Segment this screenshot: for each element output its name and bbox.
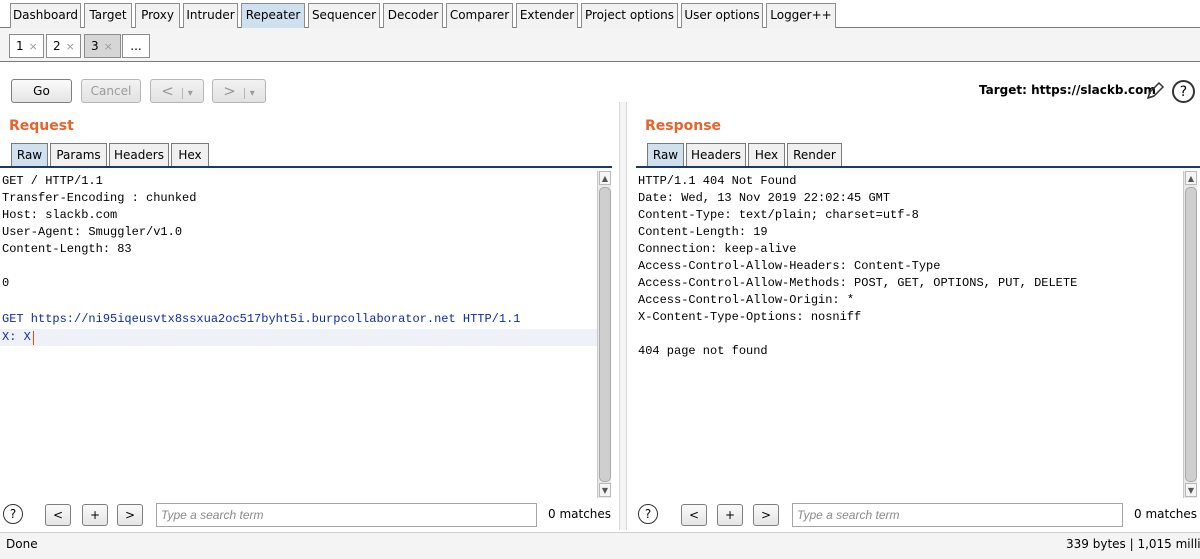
repeater-tab-label: ...: [130, 39, 142, 53]
tab-intruder[interactable]: Intruder: [183, 3, 238, 28]
response-tab-hex[interactable]: Hex: [748, 143, 785, 167]
dropdown-arrow-icon[interactable]: ▾: [181, 88, 193, 99]
tool-tabs-bar: Dashboard Target Proxy Intruder Repeater…: [0, 0, 1200, 28]
repeater-tab-label: 2: [53, 39, 61, 53]
go-button[interactable]: Go: [11, 79, 72, 103]
tab-repeater[interactable]: Repeater: [241, 3, 305, 28]
scroll-down-arrow-icon[interactable]: ▼: [599, 483, 611, 497]
tab-dashboard[interactable]: Dashboard: [10, 3, 81, 28]
text-caret: [33, 331, 34, 345]
repeater-tab-label: 3: [91, 39, 99, 53]
repeater-tab-new[interactable]: ...: [122, 34, 150, 58]
response-editor[interactable]: HTTP/1.1 404 Not Found Date: Wed, 13 Nov…: [636, 171, 1182, 498]
scroll-thumb[interactable]: [599, 187, 611, 482]
scroll-up-arrow-icon[interactable]: ▲: [1185, 171, 1197, 185]
request-line: Content-Length: 83: [2, 242, 132, 256]
request-line: Transfer-Encoding : chunked: [2, 191, 197, 205]
response-tab-raw[interactable]: Raw: [647, 143, 684, 167]
response-line: Connection: keep-alive: [638, 242, 797, 256]
request-search-input[interactable]: Type a search term: [156, 503, 537, 527]
response-search-next-button[interactable]: >: [753, 504, 779, 526]
request-tab-hex[interactable]: Hex: [171, 143, 209, 167]
scroll-thumb[interactable]: [1185, 187, 1197, 482]
request-search-next-button[interactable]: >: [117, 504, 143, 526]
response-tab-render[interactable]: Render: [787, 143, 842, 167]
request-tab-raw[interactable]: Raw: [11, 143, 48, 167]
request-tab-underline: [0, 166, 612, 168]
close-icon[interactable]: ×: [66, 40, 75, 53]
forward-button[interactable]: > ▾: [212, 79, 266, 103]
repeater-tab-label: 1: [16, 39, 24, 53]
response-line: 404 page not found: [638, 344, 768, 358]
response-title: Response: [645, 118, 722, 134]
tab-proxy[interactable]: Proxy: [135, 3, 180, 28]
edit-target-pencil-icon[interactable]: [1144, 80, 1166, 102]
request-search-add-button[interactable]: +: [82, 504, 108, 526]
repeater-tabs-bar: [0, 28, 1200, 62]
tab-logger-plus-plus[interactable]: Logger++: [766, 3, 836, 28]
response-line: Content-Type: text/plain; charset=utf-8: [638, 208, 919, 222]
repeater-tab-3[interactable]: 3 ×: [84, 34, 121, 58]
response-line: Content-Length: 19: [638, 225, 768, 239]
request-search-help-icon[interactable]: ?: [3, 504, 23, 524]
dropdown-arrow-icon[interactable]: ▾: [243, 88, 255, 99]
tab-extender[interactable]: Extender: [516, 3, 578, 28]
status-text: Done: [6, 537, 38, 551]
close-icon[interactable]: ×: [29, 40, 38, 53]
chevron-right-icon: >: [223, 82, 236, 100]
response-line: Access-Control-Allow-Origin: *: [638, 293, 855, 307]
pane-splitter[interactable]: [619, 102, 627, 530]
cancel-button: Cancel: [81, 79, 141, 103]
response-stats: 339 bytes | 1,015 millis: [1066, 537, 1200, 551]
close-icon[interactable]: ×: [104, 40, 113, 53]
request-search-prev-button[interactable]: <: [45, 504, 71, 526]
request-line: User-Agent: Smuggler/v1.0: [2, 225, 183, 239]
response-search-input[interactable]: Type a search term: [792, 503, 1123, 527]
request-line: GET https://ni95iqeusvtx8ssxua2oc517byht…: [2, 312, 521, 326]
response-line: Access-Control-Allow-Methods: POST, GET,…: [638, 276, 1078, 290]
request-line: X: X: [2, 330, 31, 344]
repeater-tab-1[interactable]: 1 ×: [9, 34, 44, 58]
response-line: Date: Wed, 13 Nov 2019 22:02:45 GMT: [638, 191, 891, 205]
response-line: Access-Control-Allow-Headers: Content-Ty…: [638, 259, 941, 273]
request-line: 0: [2, 276, 10, 290]
help-icon[interactable]: ?: [1172, 80, 1195, 103]
response-line: HTTP/1.1 404 Not Found: [638, 174, 797, 188]
request-line: GET / HTTP/1.1: [2, 174, 103, 188]
scroll-down-arrow-icon[interactable]: ▼: [1185, 483, 1197, 497]
target-label: Target: https://slackb.com: [979, 83, 1156, 97]
tab-sequencer[interactable]: Sequencer: [308, 3, 380, 28]
request-tab-params[interactable]: Params: [50, 143, 107, 167]
tab-user-options[interactable]: User options: [681, 3, 763, 28]
request-editor[interactable]: GET / HTTP/1.1 Transfer-Encoding : chunk…: [0, 171, 597, 498]
response-match-count: 0 matches: [1134, 507, 1198, 521]
response-search-prev-button[interactable]: <: [681, 504, 707, 526]
response-tab-headers[interactable]: Headers: [686, 143, 746, 167]
request-scrollbar[interactable]: ▲ ▼: [597, 171, 611, 498]
chevron-left-icon: <: [161, 82, 174, 100]
response-line: X-Content-Type-Options: nosniff: [638, 310, 862, 324]
current-line-highlight: [0, 329, 597, 346]
tab-target[interactable]: Target: [84, 3, 132, 28]
response-search-help-icon[interactable]: ?: [638, 504, 658, 524]
request-match-count: 0 matches: [548, 507, 612, 521]
response-scrollbar[interactable]: ▲ ▼: [1183, 171, 1197, 498]
request-line: Host: slackb.com: [2, 208, 118, 222]
repeater-tab-2[interactable]: 2 ×: [46, 34, 81, 58]
tab-decoder[interactable]: Decoder: [383, 3, 443, 28]
request-title: Request: [9, 118, 74, 134]
response-search-add-button[interactable]: +: [717, 504, 743, 526]
request-tab-headers[interactable]: Headers: [109, 143, 169, 167]
response-tab-underline: [636, 166, 1200, 168]
tab-project-options[interactable]: Project options: [581, 3, 678, 28]
status-bar: [0, 532, 1200, 559]
back-button[interactable]: < ▾: [150, 79, 204, 103]
tab-comparer[interactable]: Comparer: [446, 3, 513, 28]
scroll-up-arrow-icon[interactable]: ▲: [599, 171, 611, 185]
